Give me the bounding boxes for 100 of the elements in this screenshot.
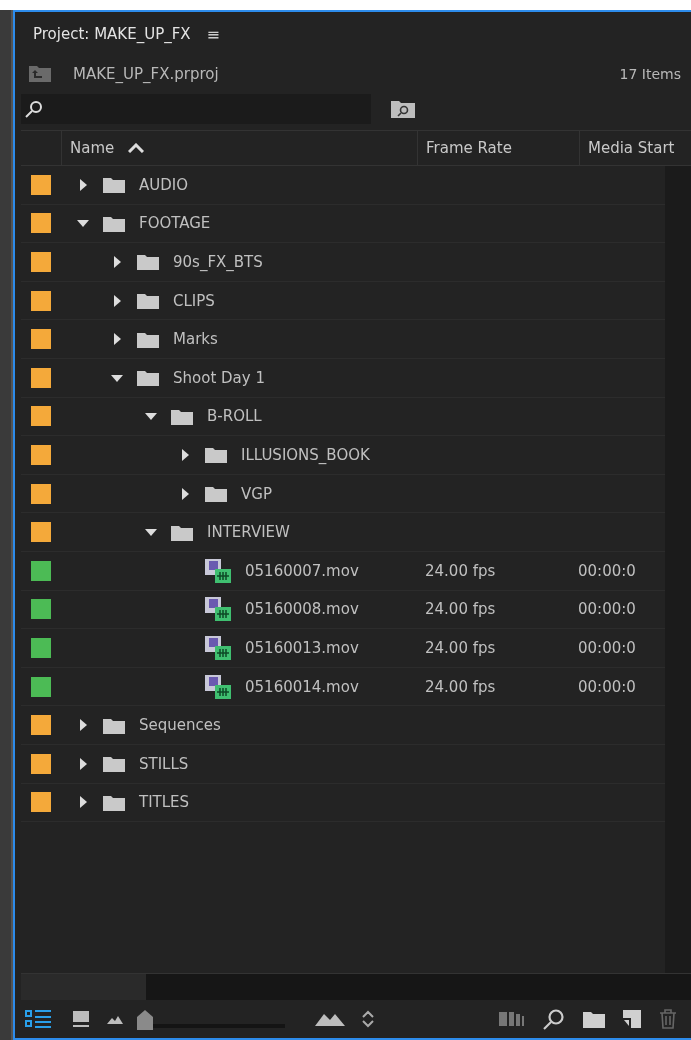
video-clip-icon xyxy=(205,635,231,660)
folder-icon xyxy=(103,793,125,811)
collapsed-triangle-icon[interactable] xyxy=(179,487,191,500)
project-item-row[interactable]: 05160014.mov 24.00 fps 00:00:0 xyxy=(21,667,665,707)
project-item-row[interactable]: CLIPS xyxy=(21,281,665,321)
large-mountains-icon xyxy=(315,1012,345,1026)
search-field[interactable] xyxy=(21,94,371,124)
collapsed-triangle-icon[interactable] xyxy=(111,294,123,307)
label-color-swatch[interactable] xyxy=(31,483,51,504)
video-clip-icon xyxy=(205,674,231,699)
label-color-swatch[interactable] xyxy=(31,444,51,465)
label-color-swatch[interactable] xyxy=(31,715,51,736)
collapsed-triangle-icon[interactable] xyxy=(111,333,123,346)
label-color-swatch[interactable] xyxy=(31,213,51,234)
item-name: CLIPS xyxy=(173,291,215,310)
project-item-row[interactable]: INTERVIEW xyxy=(21,513,665,552)
find-in-folder-icon[interactable] xyxy=(391,100,415,118)
horizontal-scrollbar[interactable] xyxy=(21,973,691,1000)
project-item-row[interactable]: VGP xyxy=(21,474,665,514)
zoom-slider-thumb[interactable] xyxy=(137,1010,153,1030)
project-file-name: MAKE_UP_FX.prproj xyxy=(73,65,220,83)
label-color-swatch[interactable] xyxy=(31,753,51,774)
column-header[interactable]: Frame Rate xyxy=(417,131,579,165)
project-item-row[interactable]: TITLES xyxy=(21,783,665,823)
item-name: Shoot Day 1 xyxy=(173,368,265,387)
folder-icon xyxy=(205,485,227,503)
item-name: Marks xyxy=(173,330,218,349)
project-item-row[interactable]: ILLUSIONS_BOOK xyxy=(21,436,665,475)
project-item-row[interactable]: Sequences xyxy=(21,706,665,745)
frame-rate: 24.00 fps xyxy=(424,677,497,696)
item-name: STILLS xyxy=(139,754,189,773)
label-color-swatch[interactable] xyxy=(31,329,51,350)
trash-button[interactable] xyxy=(657,1007,679,1031)
project-item-row[interactable]: Marks xyxy=(21,320,665,359)
frame-rate: 24.00 fps xyxy=(424,561,497,580)
column-header[interactable]: Media Start xyxy=(579,131,691,165)
item-name: FOOTAGE xyxy=(139,214,211,233)
item-name: B-ROLL xyxy=(207,407,262,426)
label-color-swatch[interactable] xyxy=(31,522,51,543)
vertical-scrollbar[interactable] xyxy=(665,166,691,973)
collapsed-triangle-icon[interactable] xyxy=(111,256,123,268)
frame-rate: 24.00 fps xyxy=(424,600,497,619)
label-color-swatch[interactable] xyxy=(31,174,51,195)
label-color-swatch[interactable] xyxy=(31,637,51,658)
search-icon xyxy=(25,100,43,118)
label-color-swatch[interactable] xyxy=(31,367,51,388)
folder-icon xyxy=(137,330,159,348)
collapsed-triangle-icon[interactable] xyxy=(77,796,89,809)
project-item-row[interactable]: 05160008.mov 24.00 fps 00:00:0 xyxy=(21,590,665,630)
media-start: 00:00:0 xyxy=(577,638,637,657)
item-name: 05160008.mov xyxy=(245,600,359,619)
folder-icon xyxy=(137,369,159,387)
folder-icon xyxy=(103,755,125,773)
project-item-row[interactable]: 05160013.mov 24.00 fps 00:00:0 xyxy=(21,629,665,668)
project-item-row[interactable]: STILLS xyxy=(21,744,665,784)
project-item-row[interactable]: AUDIO xyxy=(21,166,665,205)
video-clip-icon xyxy=(205,558,231,583)
item-name: 05160013.mov xyxy=(245,638,359,657)
collapsed-triangle-icon[interactable] xyxy=(77,719,89,732)
label-color-swatch[interactable] xyxy=(31,676,51,697)
project-item-row[interactable]: Shoot Day 1 xyxy=(21,358,665,398)
media-start: 00:00:0 xyxy=(577,677,637,696)
item-name: 05160014.mov xyxy=(245,677,359,696)
new-item-button[interactable] xyxy=(621,1008,643,1030)
item-name: 05160007.mov xyxy=(245,561,359,580)
label-color-swatch[interactable] xyxy=(31,290,51,311)
label-color-swatch[interactable] xyxy=(31,252,51,272)
folder-icon xyxy=(103,214,125,232)
folder-icon xyxy=(137,253,159,271)
media-start: 00:00:0 xyxy=(577,561,637,580)
frame-rate: 24.00 fps xyxy=(424,638,497,657)
collapsed-triangle-icon[interactable] xyxy=(179,448,191,461)
small-mountains-icon xyxy=(107,1014,123,1024)
project-item-row[interactable]: B-ROLL xyxy=(21,397,665,437)
media-start: 00:00:0 xyxy=(577,600,637,619)
video-clip-icon xyxy=(205,597,231,622)
label-color-swatch[interactable] xyxy=(31,792,51,813)
automate-to-sequence-button[interactable] xyxy=(497,1010,527,1028)
item-name: VGP xyxy=(241,484,272,503)
collapsed-triangle-icon[interactable] xyxy=(77,757,89,770)
folder-icon xyxy=(103,716,125,734)
panel-title: Project: MAKE_UP_FX xyxy=(33,25,191,43)
item-name: Sequences xyxy=(139,716,221,735)
project-item-row[interactable]: 90s_FX_BTS xyxy=(21,243,665,282)
column-header[interactable]: Name xyxy=(61,131,417,165)
label-color-swatch[interactable] xyxy=(31,406,51,427)
item-name: AUDIO xyxy=(139,175,189,194)
folder-icon xyxy=(171,523,193,541)
label-color-swatch[interactable] xyxy=(31,599,51,620)
folder-up-icon[interactable] xyxy=(29,66,51,82)
panel-menu-icon[interactable]: ≡ xyxy=(206,24,220,44)
item-count: 17 Items xyxy=(619,66,681,82)
collapsed-triangle-icon[interactable] xyxy=(77,178,89,191)
sort-order-button[interactable] xyxy=(359,1008,377,1030)
item-name: ILLUSIONS_BOOK xyxy=(241,445,370,464)
project-item-row[interactable]: 05160007.mov 24.00 fps 00:00:0 xyxy=(21,551,665,591)
folder-icon xyxy=(103,176,125,194)
item-name: 90s_FX_BTS xyxy=(173,253,263,271)
project-item-row[interactable]: FOOTAGE xyxy=(21,204,665,244)
label-color-swatch[interactable] xyxy=(31,560,51,581)
